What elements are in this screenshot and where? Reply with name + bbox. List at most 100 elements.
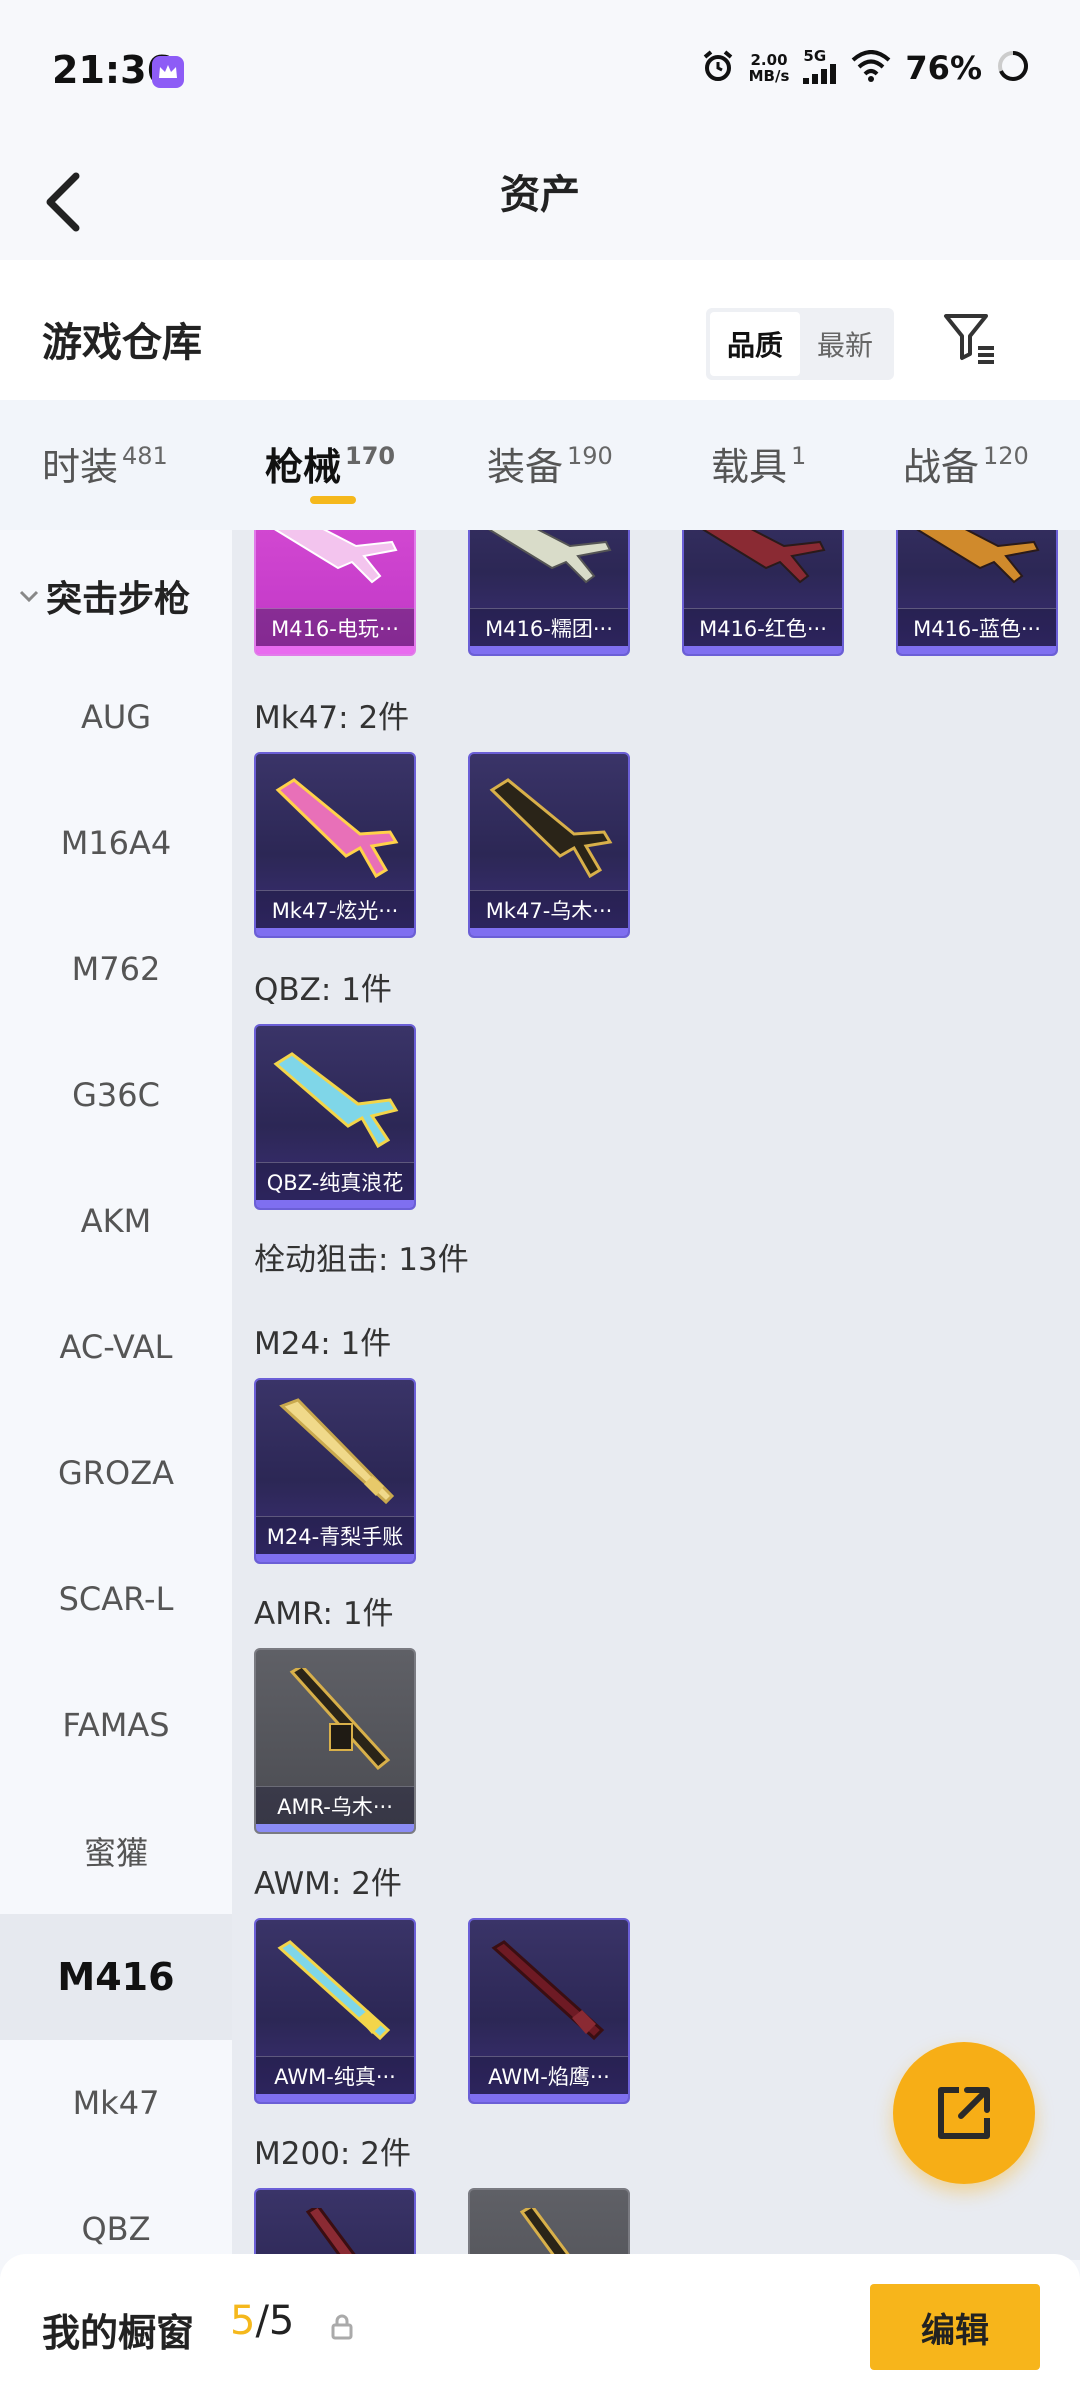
rifle-icon	[702, 530, 826, 584]
sniper-rifle-icon	[305, 2208, 361, 2260]
tab-gear[interactable]: 战备 120	[903, 436, 1029, 491]
sidebar-item-scar-l[interactable]: SCAR-L	[0, 1536, 232, 1662]
share-external-icon	[938, 2087, 990, 2139]
item-card[interactable]: M416-糯团···	[468, 530, 630, 656]
tab-count: 190	[567, 442, 613, 470]
item-card[interactable]: M416-蓝色···	[896, 530, 1058, 656]
rarity-bar	[256, 646, 414, 654]
filter-icon	[944, 314, 994, 364]
item-card-label: M416-电玩···	[256, 608, 414, 646]
sidebar-item-famas[interactable]: FAMAS	[0, 1662, 232, 1788]
active-tab-indicator	[310, 496, 356, 504]
section-label-awm: AWM: 2件	[254, 1866, 402, 1902]
item-card[interactable]: AWM-焰鹰···	[468, 1918, 630, 2104]
sidebar-item-m416[interactable]: M416	[0, 1914, 232, 2040]
item-card-label: AWM-纯真···	[256, 2056, 414, 2094]
item-card-label: M416-蓝色···	[898, 608, 1056, 646]
item-card-label: Mk47-乌木···	[470, 890, 628, 928]
app-header: 资产	[0, 140, 1080, 260]
rifle-icon	[488, 530, 612, 584]
net-speed: 2.00 MB/s	[749, 52, 790, 84]
showcase-bar: 我的橱窗 5/5 编辑	[0, 2254, 1080, 2400]
rarity-bar	[898, 646, 1056, 654]
tab-count: 170	[345, 442, 396, 470]
sidebar-item-groza[interactable]: GROZA	[0, 1410, 232, 1536]
showcase-title: 我的橱窗	[42, 2311, 195, 2355]
sort-by-newest[interactable]: 最新	[800, 312, 890, 376]
item-card[interactable]: M24-青梨手账	[254, 1378, 416, 1564]
tab-firearms[interactable]: 枪械 170	[265, 436, 395, 491]
item-card[interactable]: Mk47-乌木···	[468, 752, 630, 938]
rarity-bar	[470, 2094, 628, 2102]
category-group-assault-rifle[interactable]: 突击步枪	[18, 570, 190, 622]
tab-fashion[interactable]: 时装 481	[42, 436, 168, 491]
showcase-count: 5/5	[230, 2298, 294, 2344]
category-group-label: 突击步枪	[46, 579, 191, 620]
tab-count: 1	[791, 442, 807, 470]
chevron-down-icon	[19, 590, 39, 603]
sidebar-item-m762[interactable]: M762	[0, 906, 232, 1032]
item-card-label: M24-青梨手账	[256, 1516, 414, 1554]
item-card[interactable]	[468, 2188, 630, 2260]
tab-vehicles[interactable]: 载具 1	[711, 436, 806, 491]
item-card[interactable]: M416-红色···	[682, 530, 844, 656]
sniper-rifle-icon	[491, 1940, 605, 2041]
signal-icon	[803, 64, 837, 87]
sidebar-item-aug[interactable]: AUG	[0, 654, 232, 780]
crown-icon	[152, 56, 184, 88]
edit-button[interactable]: 编辑	[870, 2284, 1040, 2370]
tab-label: 战备	[903, 445, 980, 489]
item-card[interactable]: AMR-乌木···	[254, 1648, 416, 1834]
sniper-rifle-icon	[289, 1668, 391, 1771]
item-card-label: M416-糯团···	[470, 608, 628, 646]
tab-equipment[interactable]: 装备 190	[487, 436, 613, 491]
rifle-icon	[916, 530, 1040, 584]
sort-by-quality[interactable]: 品质	[710, 312, 800, 376]
sidebar-item-ac-val[interactable]: AC-VAL	[0, 1284, 232, 1410]
sniper-rifle-icon	[279, 1398, 395, 1505]
item-card-label: M416-红色···	[684, 608, 842, 646]
item-card[interactable]: Mk47-炫光···	[254, 752, 416, 938]
net-speed-unit: MB/s	[748, 66, 790, 85]
rifle-icon	[275, 778, 399, 879]
alarm-icon	[701, 49, 735, 87]
filter-button[interactable]	[940, 308, 1000, 368]
item-card-label: AWM-焰鹰···	[470, 2056, 628, 2094]
sidebar-item-g36c[interactable]: G36C	[0, 1032, 232, 1158]
network-label: 5G	[803, 47, 827, 65]
rifle-icon	[274, 530, 398, 584]
network-type: 5G	[803, 48, 837, 87]
section-label-amr: AMR: 1件	[254, 1596, 394, 1632]
section-label-bolt-sniper: 栓动狙击: 13件	[254, 1242, 469, 1278]
rarity-bar	[256, 1824, 414, 1832]
rifle-icon	[273, 1052, 399, 1149]
rarity-bar	[470, 646, 628, 654]
rarity-bar	[470, 928, 628, 936]
showcase-current: 5	[230, 2298, 256, 2344]
rarity-bar	[256, 2094, 414, 2102]
page-title: 资产	[500, 172, 580, 218]
item-card[interactable]: M416-电玩···	[254, 530, 416, 656]
item-card[interactable]: AWM-纯真···	[254, 1918, 416, 2104]
showcase-total: /5	[255, 2298, 295, 2344]
rarity-bar	[256, 928, 414, 936]
item-card-label: QBZ-纯真浪花	[256, 1162, 414, 1200]
sidebar-item-qbz[interactable]: QBZ	[0, 2166, 232, 2260]
item-card-label: Mk47-炫光···	[256, 890, 414, 928]
sidebar-item-akm[interactable]: AKM	[0, 1158, 232, 1284]
warehouse-bar: 游戏仓库 品质 最新	[0, 260, 1080, 400]
rifle-icon	[489, 778, 613, 879]
tab-count: 481	[122, 442, 168, 470]
sidebar-item-honey-badger[interactable]: 蜜獾	[0, 1788, 232, 1914]
warehouse-title: 游戏仓库	[42, 320, 202, 366]
rarity-bar	[256, 1554, 414, 1562]
section-label-m24: M24: 1件	[254, 1326, 392, 1362]
sidebar-item-m16a4[interactable]: M16A4	[0, 780, 232, 906]
item-card-label: AMR-乌木···	[256, 1786, 414, 1824]
item-card[interactable]	[254, 2188, 416, 2260]
sniper-rifle-icon	[277, 1940, 391, 2041]
sidebar-item-mk47[interactable]: Mk47	[0, 2040, 232, 2166]
tab-label: 载具	[711, 445, 788, 489]
share-button[interactable]	[893, 2042, 1035, 2184]
item-card[interactable]: QBZ-纯真浪花	[254, 1024, 416, 1210]
